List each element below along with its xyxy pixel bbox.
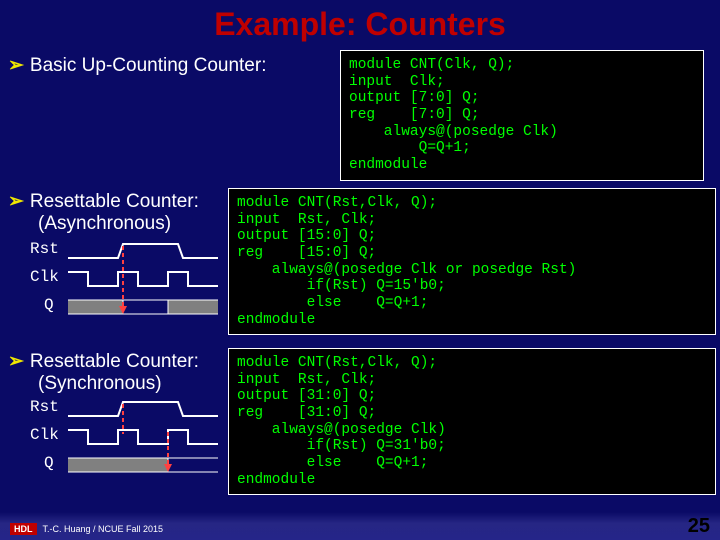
signal-label-q: Q [44, 296, 54, 314]
signal-label-q-2: Q [44, 454, 54, 472]
code-resettable-async: module CNT(Rst,Clk, Q); input Rst, Clk; … [228, 188, 716, 335]
page-number: 25 [688, 515, 710, 538]
signal-label-rst: Rst [30, 240, 59, 258]
signal-label-rst-2: Rst [30, 398, 59, 416]
timing-diagram-async: Rst Clk Q [30, 240, 240, 330]
bullet-1-text: Basic Up-Counting Counter: [30, 55, 267, 76]
slide-title: Example: Counters [0, 0, 720, 43]
bullet-arrow-icon: ➢ [8, 191, 24, 212]
bullet-arrow-icon: ➢ [8, 351, 24, 372]
bullet-2-text: Resettable Counter: [30, 191, 199, 212]
arrow-async [68, 240, 218, 320]
bullet-arrow-icon: ➢ [8, 55, 24, 76]
timing-diagram-sync: Rst Clk Q [30, 398, 240, 488]
code-resettable-sync: module CNT(Rst,Clk, Q); input Rst, Clk; … [228, 348, 716, 495]
signal-label-clk: Clk [30, 268, 59, 286]
code-basic-counter: module CNT(Clk, Q); input Clk; output [7… [340, 50, 704, 181]
footer-credit: HDL T.-C. Huang / NCUE Fall 2015 [10, 524, 163, 534]
footer-credit-text: T.-C. Huang / NCUE Fall 2015 [43, 524, 164, 534]
bullet-3-text: Resettable Counter: [30, 351, 199, 372]
signal-label-clk-2: Clk [30, 426, 59, 444]
footer-hdl-badge: HDL [10, 523, 37, 535]
arrow-sync [68, 398, 218, 478]
